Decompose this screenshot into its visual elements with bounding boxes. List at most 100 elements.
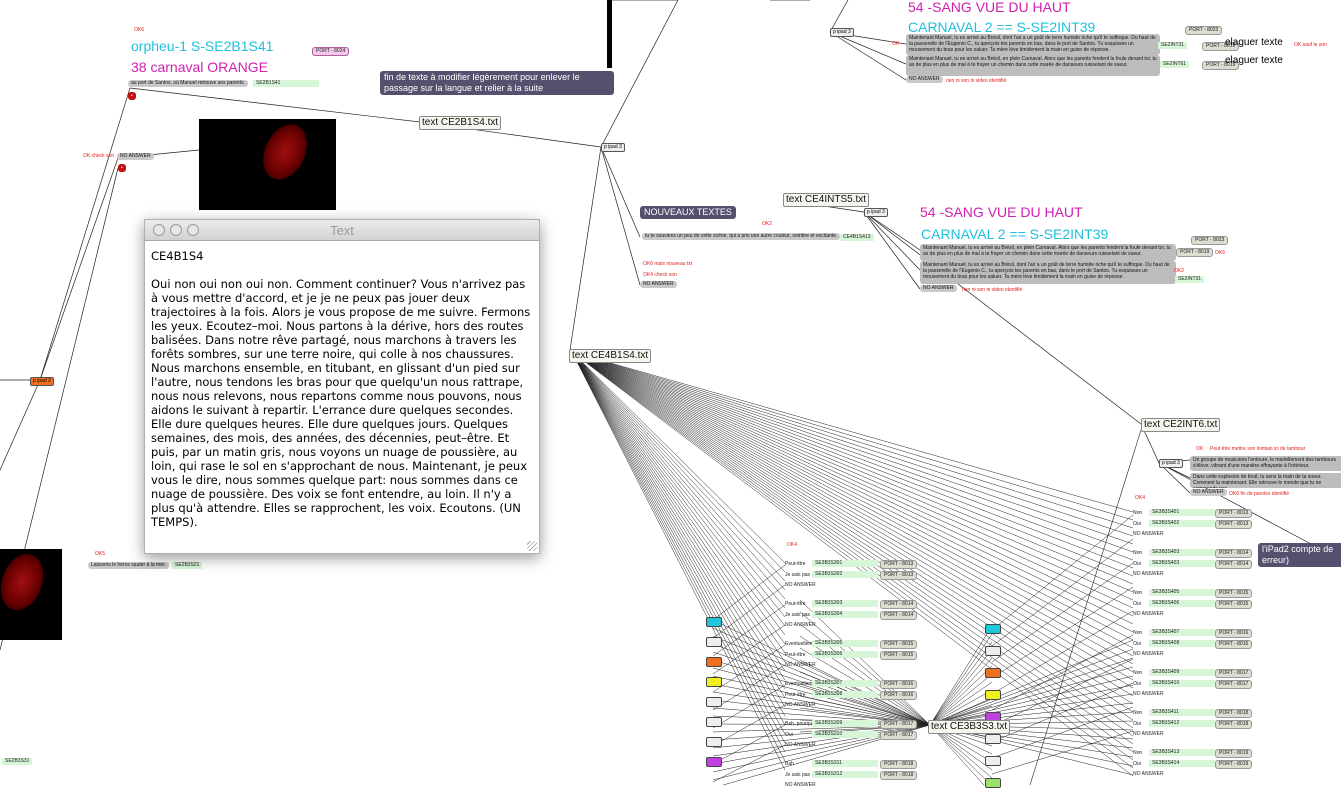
red-toggle[interactable]: • [118, 164, 126, 172]
no-answer-label[interactable]: NO ANSWER [785, 662, 816, 668]
message-box[interactable]: Maintenant Manuel, tu es arrivé au Brési… [920, 261, 1176, 284]
message-box[interactable]: Maintenant Manuel, tu es arrivé au Brési… [920, 244, 1176, 261]
port-badge[interactable]: PORT - 8016 [1215, 640, 1253, 649]
ipad-swatch[interactable] [706, 757, 722, 767]
choice-label[interactable]: Oui [1133, 721, 1141, 727]
object-ce3b3s3[interactable]: text CE3B3S3.txt [928, 720, 1011, 734]
choice-label[interactable]: Peut-être [785, 692, 806, 698]
choice-label[interactable]: Non [1133, 750, 1142, 756]
ipad-swatch[interactable] [985, 624, 1001, 634]
message-box[interactable]: tu te souviens un peu de cette scène, qu… [642, 233, 841, 240]
port-badge[interactable]: PORT - 8015 [1215, 600, 1253, 609]
window-titlebar[interactable]: Text [145, 220, 539, 241]
no-answer-label[interactable]: NO ANSWER [785, 742, 816, 748]
port-badge[interactable]: PORT - 8016 [1215, 629, 1253, 638]
choice-label[interactable]: Peut-être [785, 561, 806, 567]
port-badge[interactable]: PORT - 8017 [1215, 669, 1253, 678]
port-badge[interactable]: PORT - 8023 [1191, 236, 1229, 245]
ipad-swatch[interactable] [985, 734, 1001, 744]
port-badge[interactable]: PORT - 8013 [880, 560, 918, 569]
ipad-node-orange[interactable]: p ipad 3 [30, 377, 54, 386]
choice-label[interactable]: Je sais pas [785, 572, 810, 578]
port-badge[interactable]: PORT - 8013 [880, 571, 918, 580]
choice-label[interactable]: Non [1133, 590, 1142, 596]
port-badge[interactable]: PORT - 8016 [880, 691, 918, 700]
object-ce2b1s4[interactable]: text CE2B1S4.txt [419, 116, 502, 130]
port-badge[interactable]: PORT - 8019 [1176, 248, 1214, 257]
port-badge[interactable]: PORT - 8017 [1215, 680, 1253, 689]
object-ce4ints5[interactable]: text CE4INTS5.txt [783, 193, 870, 207]
message-box[interactable]: au port de Santos, où Manuel retrouve se… [128, 80, 248, 87]
ipad-swatch[interactable] [985, 668, 1001, 678]
ipad-swatch[interactable] [706, 677, 722, 687]
ipad-swatch[interactable] [985, 646, 1001, 656]
no-answer-box[interactable]: NO ANSWER [1190, 489, 1227, 496]
ipad-swatch[interactable] [706, 697, 722, 707]
no-answer-label[interactable]: NO ANSWER [1133, 571, 1164, 577]
port-badge[interactable]: PORT - 8015 [1215, 589, 1253, 598]
port-badge[interactable]: PORT - 8018 [880, 760, 918, 769]
choice-label[interactable]: Oui [1133, 561, 1141, 567]
choice-label[interactable]: Bah [785, 761, 794, 767]
no-answer-label[interactable]: NO ANSWER [1133, 771, 1164, 777]
text-window[interactable]: Text CE4B1S4 Oui non oui non oui non. Co… [144, 219, 540, 554]
choice-label[interactable]: Je sais pas [785, 772, 810, 778]
no-answer-label[interactable]: NO ANSWER [785, 782, 816, 788]
port-badge[interactable]: PORT - 8018 [880, 771, 918, 780]
message-box[interactable]: Un groupe de musiciens l'entoure, le mar… [1190, 456, 1341, 471]
choice-label[interactable]: Non [1133, 630, 1142, 636]
port-badge[interactable]: PORT - 8015 [880, 651, 918, 660]
ipad-swatch[interactable] [706, 657, 722, 667]
choice-label[interactable]: Non [1133, 710, 1142, 716]
no-answer-label[interactable]: NO ANSWER [1133, 531, 1164, 537]
choice-label[interactable]: Non [1133, 510, 1142, 516]
choice-label[interactable]: Peut-être [785, 652, 806, 658]
ipad-node[interactable]: p ipad 3 [1159, 459, 1183, 468]
ipad-swatch[interactable] [985, 756, 1001, 766]
choice-label[interactable]: Oui [1133, 641, 1141, 647]
ipad-node[interactable]: p ipad 3 [864, 208, 888, 217]
red-toggle[interactable]: • [128, 92, 136, 100]
ipad-node[interactable]: p ipad 3 [830, 28, 854, 37]
choice-label[interactable]: Je sais pas [785, 612, 810, 618]
port-badge[interactable]: PORT - 8019 [1215, 749, 1253, 758]
port-badge[interactable]: PORT - 8018 [1215, 709, 1253, 718]
no-answer-label[interactable]: NO ANSWER [1133, 731, 1164, 737]
object-ce4b1s4[interactable]: text CE4B1S4.txt [569, 349, 652, 363]
resize-handle[interactable] [527, 541, 537, 551]
port-badge[interactable]: PORT - 8015 [880, 640, 918, 649]
no-answer-box[interactable]: NO ANSWER [117, 153, 154, 160]
no-answer-label[interactable]: NO ANSWER [785, 582, 816, 588]
port-badge[interactable]: PORT - 8013 [1215, 520, 1253, 529]
no-answer-label[interactable]: NO ANSWER [1133, 691, 1164, 697]
object-ce2int6[interactable]: text CE2INT6.txt [1141, 418, 1221, 432]
choice-label[interactable]: Non [1133, 670, 1142, 676]
port-badge[interactable]: PORT - 8017 [880, 720, 918, 729]
text-content[interactable]: CE4B1S4 Oui non oui non oui non. Comment… [151, 249, 533, 545]
port-badge[interactable]: PORT - 8013 [1215, 509, 1253, 518]
port-badge[interactable]: PORT - 8023 [1185, 26, 1223, 35]
choice-label[interactable]: Peut-être [785, 601, 806, 607]
message-box[interactable]: Maintenant Manuel, tu es arrivé au Brési… [906, 55, 1160, 76]
ipad-swatch[interactable] [706, 637, 722, 647]
no-answer-label[interactable]: NO ANSWER [1133, 651, 1164, 657]
choice-label[interactable]: Oui [785, 732, 793, 738]
no-answer-box[interactable]: NO ANSWER [640, 281, 677, 288]
no-answer-label[interactable]: NO ANSWER [1133, 611, 1164, 617]
ipad-swatch[interactable] [985, 778, 1001, 788]
port-badge[interactable]: PORT - 8014 [880, 611, 918, 620]
message-box[interactable]: Dans cette explosion de bruit, tu sens l… [1190, 473, 1341, 488]
choice-label[interactable]: Oui [1133, 681, 1141, 687]
choice-label[interactable]: Oui [1133, 601, 1141, 607]
choice-label[interactable]: Oui [1133, 521, 1141, 527]
ipad-swatch[interactable] [706, 717, 722, 727]
port-badge[interactable]: PORT - 8018 [1215, 720, 1253, 729]
port-badge[interactable]: PORT - 8024 [312, 47, 350, 56]
ipad-swatch[interactable] [706, 617, 722, 627]
ipad-node[interactable]: p ipad 3 [601, 143, 625, 152]
choice-label[interactable]: Oui [1133, 761, 1141, 767]
message-box[interactable]: Maintenant Manuel, tu es arrivé au Brési… [906, 34, 1160, 55]
no-answer-box[interactable]: NO ANSWER [906, 76, 943, 83]
no-answer-label[interactable]: NO ANSWER [785, 622, 816, 628]
port-badge[interactable]: PORT - 8014 [1215, 549, 1253, 558]
